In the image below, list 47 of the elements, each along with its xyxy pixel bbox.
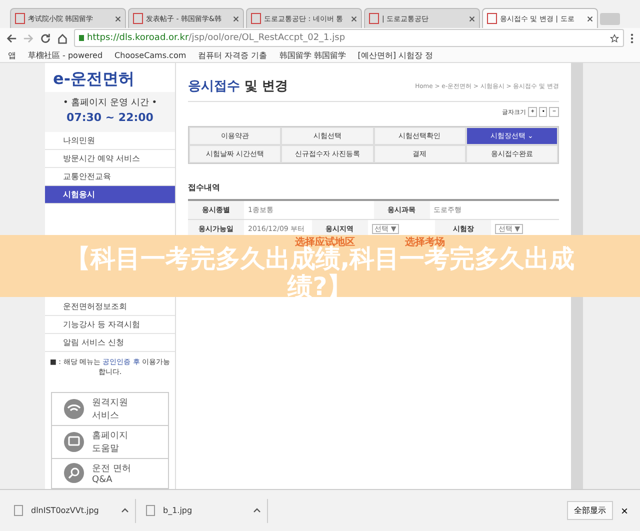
hours-text: 07:30 ~ 22:00: [45, 109, 175, 132]
help-link[interactable]: 운전 면허 Q&A: [52, 458, 168, 489]
page-title: 응시접수 및 변경: [188, 78, 288, 95]
show-all-button[interactable]: 全部显示: [566, 501, 613, 520]
close-icon[interactable]: [587, 16, 593, 22]
caret-icon[interactable]: [121, 508, 129, 513]
bookmark[interactable]: 草榴社區 - powered: [28, 50, 103, 60]
close-button[interactable]: ×: [616, 504, 632, 518]
sidebar-item[interactable]: 방문시간 예약 서비스: [45, 150, 175, 168]
close-icon[interactable]: [469, 16, 475, 22]
bookmark[interactable]: 앱: [8, 50, 16, 60]
page-icon: [487, 13, 497, 24]
search-icon: [64, 463, 84, 484]
section-title: 접수내역: [188, 182, 221, 193]
bookmark[interactable]: 韩国留学 韩国留学: [279, 50, 346, 60]
sidebar-item[interactable]: 나의민원: [45, 132, 175, 150]
close-icon[interactable]: [351, 16, 357, 22]
monitor-icon: [64, 432, 84, 452]
sidebar-item[interactable]: 시험응시: [45, 186, 175, 204]
bookmark[interactable]: 컴퓨터 자격증 기출: [198, 50, 268, 60]
sidebar-item[interactable]: 기능강사 등 자격시험: [45, 316, 175, 334]
page-icon: [251, 13, 261, 24]
bookmark[interactable]: [예산면허] 시험장 정: [358, 50, 434, 60]
annotation-text: 选择考场: [405, 236, 445, 248]
reload-icon[interactable]: [40, 32, 51, 44]
download-item[interactable]: b_1.jpg: [140, 498, 268, 522]
page-icon: [15, 13, 25, 24]
sidebar-item[interactable]: 알림 서비스 신청: [45, 334, 175, 352]
close-icon[interactable]: [115, 16, 121, 22]
menu-icon[interactable]: [630, 32, 634, 44]
page-icon: [133, 13, 143, 24]
bookmark-star-icon[interactable]: [610, 34, 619, 42]
page-icon: [369, 13, 379, 24]
help-link[interactable]: 홈페이지 도움말: [52, 426, 168, 459]
hours-label: • 홈페이지 운영 시간 •: [45, 92, 175, 109]
help-link[interactable]: 원격지원 서비스: [52, 392, 168, 426]
wifi-icon: [64, 398, 84, 419]
caret-icon[interactable]: [253, 508, 261, 513]
home-icon[interactable]: [57, 32, 68, 44]
site-logo[interactable]: e-운전면허: [45, 63, 175, 92]
annotation-text: 选择应试地区: [295, 235, 355, 248]
download-item[interactable]: dlnIST0ozVVt.jpg: [8, 498, 136, 522]
close-icon[interactable]: [233, 16, 239, 22]
back-icon[interactable]: [6, 32, 17, 44]
bookmark[interactable]: ChooseCams.com: [114, 50, 186, 60]
sidebar-item[interactable]: 운전면허정보조회: [45, 298, 175, 316]
address-field[interactable]: https://dls.koroad.or.kr/jsp/ool/ore/OL_RestAccpt_02_1.jsp: [74, 29, 624, 47]
